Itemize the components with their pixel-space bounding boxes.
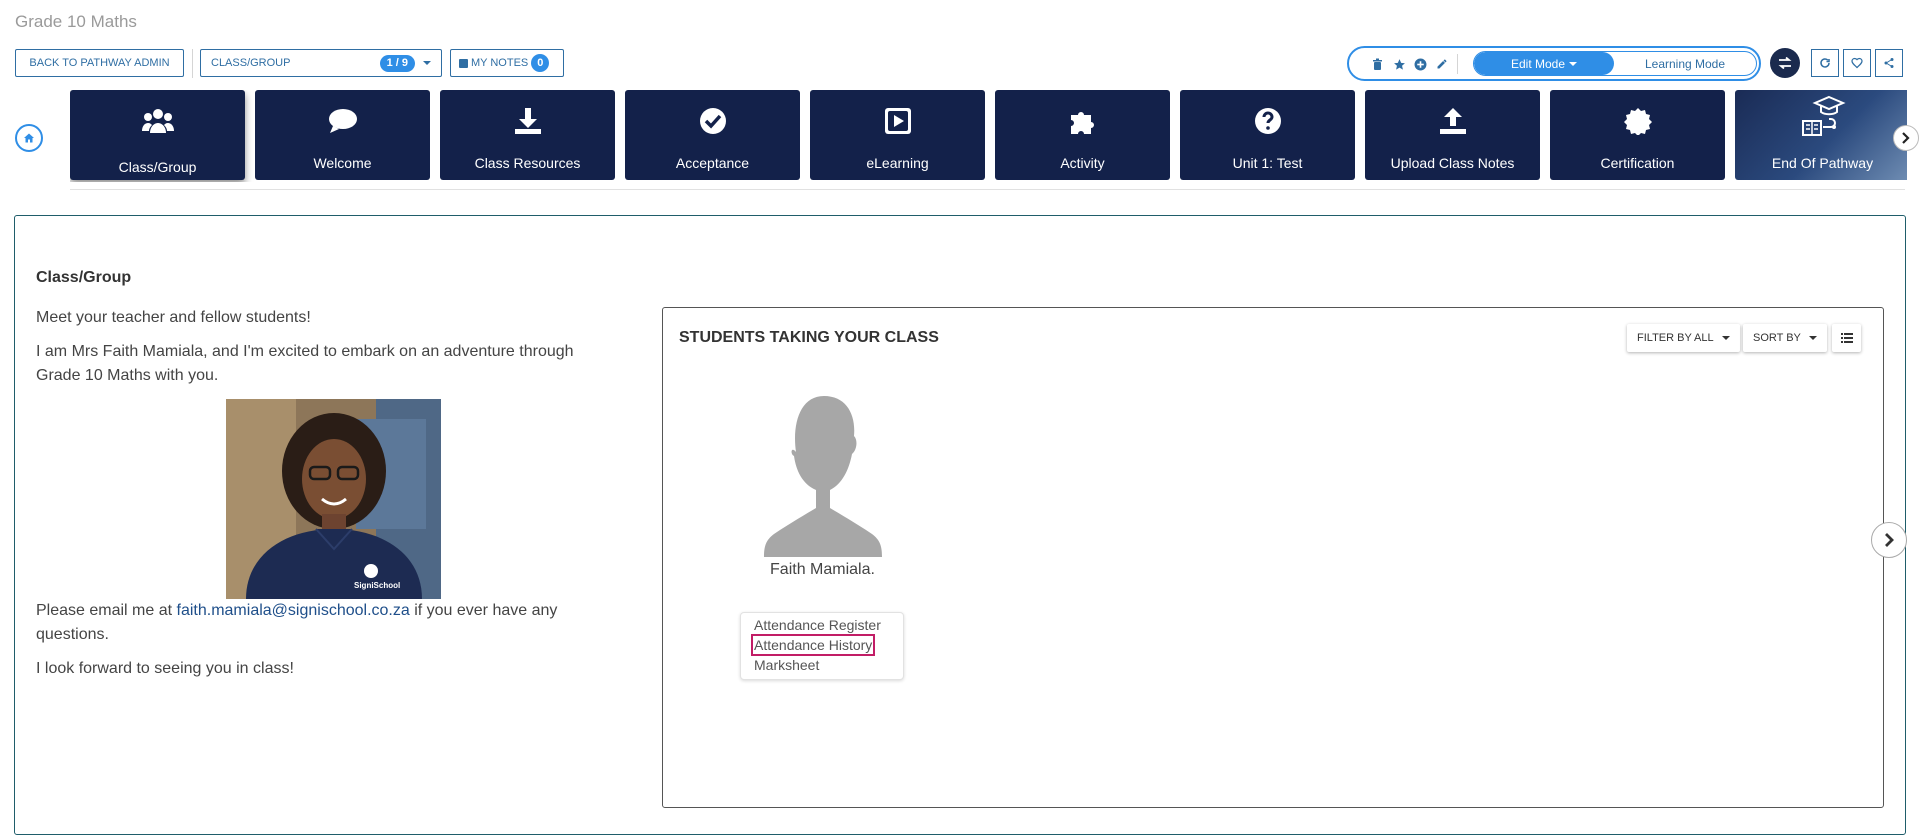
nav-tile-certification[interactable]: Certification [1550,90,1725,180]
nav-tile-class-group[interactable]: Class/Group [70,90,245,180]
chevron-down-icon [1569,61,1578,66]
play-square-icon [810,106,985,136]
mode-switch: Edit Mode Learning Mode [1473,51,1757,76]
chevron-right-icon[interactable] [1871,522,1907,558]
trash-icon[interactable] [1369,56,1385,72]
nav-tile-class-resources[interactable]: Class Resources [440,90,615,180]
filter-dropdown[interactable]: FILTER BY ALL [1627,324,1740,352]
nav-tile-acceptance[interactable]: Acceptance [625,90,800,180]
nav-tile-upload-class-notes[interactable]: Upload Class Notes [1365,90,1540,180]
photo-logo-text: SigniSchool [354,581,401,590]
refresh-icon[interactable] [1811,49,1839,77]
chevron-down-icon [1721,336,1730,340]
pathway-nav-strip: Class/Group Welcome Class Resources Acce… [70,90,1907,182]
email-paragraph: Please email me at faith.mamiala@signisc… [36,599,616,647]
nav-tile-label: eLearning [866,155,929,171]
graduation-cap-icon [1735,95,1907,139]
teacher-email-link[interactable]: faith.mamiala@signischool.co.za [177,602,410,619]
edit-toolbar: Edit Mode Learning Mode [1347,46,1761,81]
intro-text-2: I am Mrs Faith Mamiala, and I'm excited … [36,343,574,384]
sort-label: SORT BY [1753,332,1801,344]
my-notes-label: MY NOTES [471,57,529,69]
pencil-icon[interactable] [1434,56,1450,72]
chevron-right-icon[interactable] [1893,125,1919,151]
intro-text-1: Meet your teacher and fellow students! [36,309,311,326]
check-circle-icon [625,106,800,136]
edit-mode-button[interactable]: Edit Mode [1474,52,1614,75]
share-icon[interactable] [1875,49,1903,77]
plus-circle-icon[interactable] [1412,56,1428,72]
star-icon[interactable] [1391,56,1407,72]
nav-tile-activity[interactable]: Activity [995,90,1170,180]
nav-tile-label: Activity [1060,155,1105,171]
class-group-dropdown[interactable]: CLASS/GROUP 1 / 9 [200,49,442,77]
teacher-photo: SigniSchool [226,399,441,599]
student-actions-menu: Attendance Register Attendance History M… [740,612,904,680]
list-view-icon[interactable] [1832,324,1861,352]
my-notes-button[interactable]: MY NOTES 0 [450,49,564,77]
chevron-down-icon [1808,336,1817,340]
nav-tile-label: End Of Pathway [1771,155,1874,171]
nav-tile-label: Class/Group [118,159,197,175]
nav-tile-label: Certification [1600,155,1675,171]
heart-icon[interactable] [1843,49,1871,77]
edit-mode-label: Edit Mode [1510,56,1566,71]
switch-icon[interactable] [1770,48,1800,78]
nav-tile-label: Unit 1: Test [1232,155,1303,171]
nav-tile-label: Class Resources [474,155,581,171]
certificate-icon [1550,106,1725,136]
nav-tile-end-of-pathway[interactable]: End Of Pathway [1735,90,1907,180]
puzzle-icon [995,106,1170,136]
my-notes-count-badge: 0 [531,54,550,72]
back-to-pathway-admin-button[interactable]: BACK TO PATHWAY ADMIN [15,49,184,77]
filter-label: FILTER BY ALL [1637,332,1714,344]
question-circle-icon [1180,106,1355,136]
chevron-down-icon [423,61,431,65]
download-icon [440,106,615,136]
learning-mode-button[interactable]: Learning Mode [1614,52,1756,75]
nav-divider [70,189,1905,190]
nav-tile-unit-1-test[interactable]: Unit 1: Test [1180,90,1355,180]
class-group-count-badge: 1 / 9 [379,54,415,72]
page-title: Grade 10 Maths [15,12,137,31]
nav-tile-label: Upload Class Notes [1390,155,1515,171]
email-prefix: Please email me at [36,602,177,619]
class-group-label: CLASS/GROUP [211,57,291,69]
nav-tile-welcome[interactable]: Welcome [255,90,430,180]
marksheet-link[interactable]: Marksheet [754,657,819,673]
section-title: Class/Group [36,269,132,286]
notes-icon [459,58,468,68]
back-button-label: BACK TO PATHWAY ADMIN [29,57,170,69]
students-title: STUDENTS TAKING YOUR CLASS [679,329,939,346]
nav-tile-label: Acceptance [675,155,750,171]
student-name: Faith Mamiala. [770,561,875,578]
attendance-history-link[interactable]: Attendance History [750,634,876,656]
attendance-register-link[interactable]: Attendance Register [754,617,881,633]
closing-text: I look forward to seeing you in class! [36,660,294,677]
nav-tile-elearning[interactable]: eLearning [810,90,985,180]
home-icon[interactable] [15,124,43,152]
student-avatar[interactable] [762,394,882,562]
sort-dropdown[interactable]: SORT BY [1743,324,1827,352]
comment-icon [255,106,430,136]
upload-icon [1365,106,1540,136]
nav-tile-label: Welcome [313,155,372,171]
users-icon [70,106,245,136]
toolbar-divider [192,49,193,78]
toolbar-group-divider [1457,54,1458,74]
